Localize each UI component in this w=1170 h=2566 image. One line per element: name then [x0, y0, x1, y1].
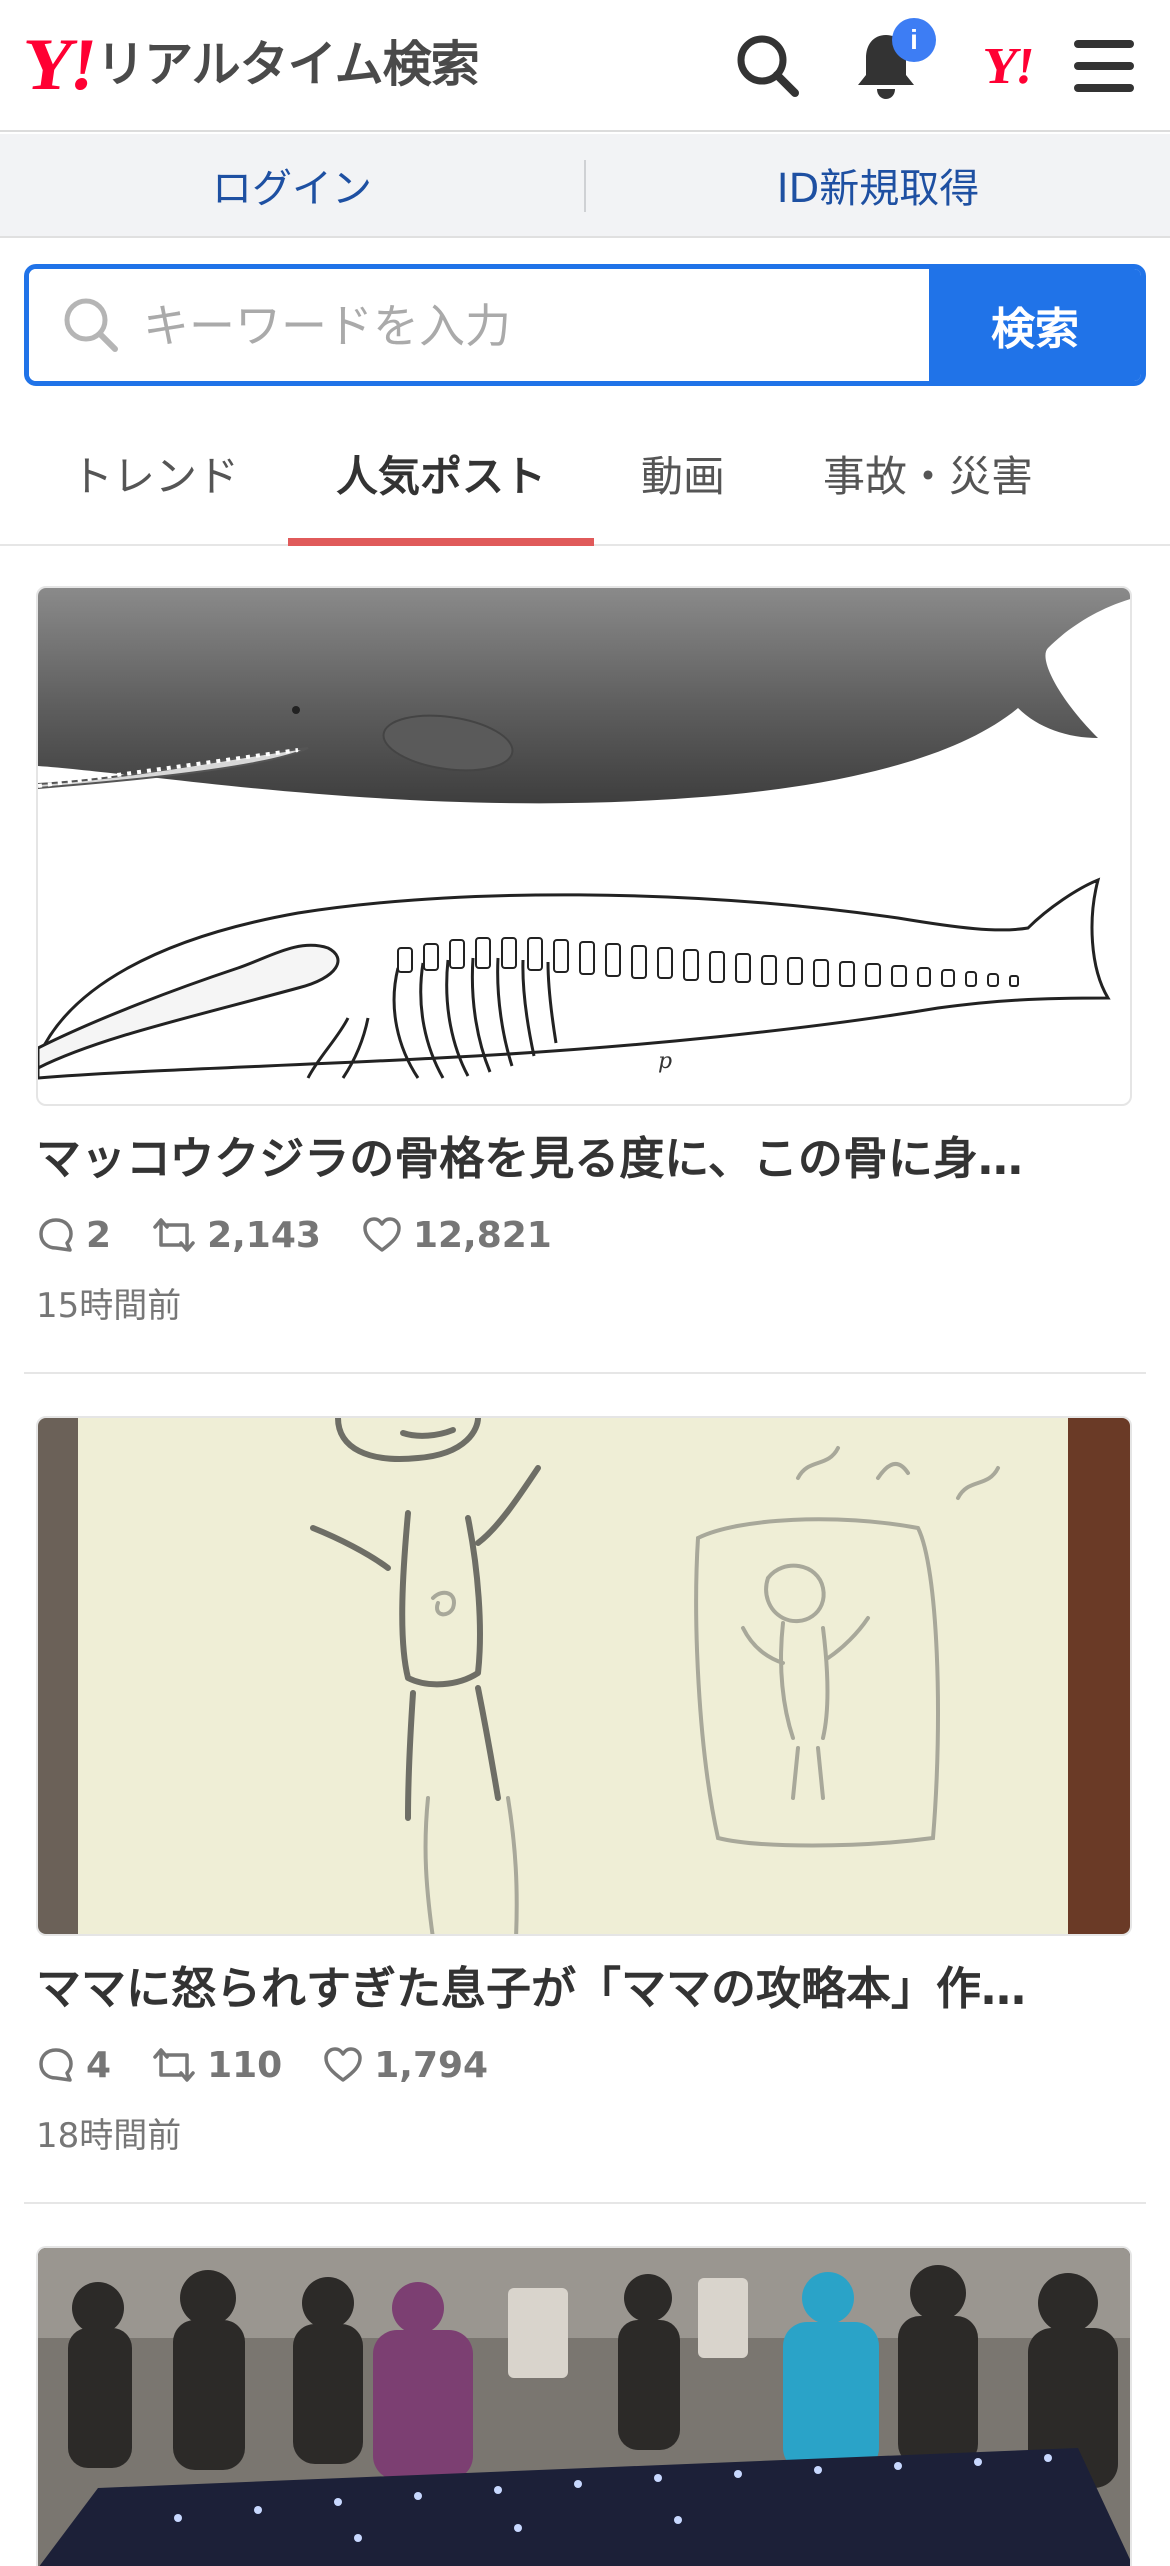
post-image-whale[interactable]: p [36, 586, 1132, 1106]
repost-stat[interactable]: 110 [151, 2045, 282, 2086]
auth-bar: ログイン ID新規取得 [0, 134, 1170, 238]
post-title[interactable]: ママに怒られすぎた息子が「ママの攻略本」作… [36, 1954, 1132, 2024]
svg-text:p: p [658, 1049, 672, 1074]
search-bar: 検索 [24, 264, 1146, 386]
search-icon[interactable] [728, 26, 808, 106]
repost-icon [153, 1218, 195, 1252]
tab-popular-posts[interactable]: 人気ポスト [288, 402, 594, 546]
reply-count: 2 [86, 1214, 112, 1256]
repost-stat[interactable]: 2,143 [151, 1215, 321, 1256]
tab-trend[interactable]: トレンド [40, 402, 270, 544]
post-title[interactable]: マッコウクジラの骨格を見る度に、この骨に身… [36, 1124, 1132, 1194]
notification-badge: i [892, 18, 936, 62]
post-timestamp: 15時間前 [36, 1286, 182, 1326]
search-field-icon [64, 298, 118, 352]
reply-count: 4 [86, 2044, 112, 2086]
search-button[interactable]: 検索 [929, 269, 1141, 381]
search-field[interactable] [29, 269, 945, 381]
yahoo-realtime-logo[interactable]: Y! リアルタイム検索 [16, 24, 480, 106]
notification-bell-icon[interactable]: i [846, 18, 936, 106]
heart-icon [324, 2047, 362, 2082]
repost-count: 2,143 [207, 1214, 321, 1256]
tab-accident-disaster[interactable]: 事故・災害 [800, 402, 1056, 544]
post-image-drawing[interactable] [36, 1416, 1132, 1936]
yahoo-mini-logo-text: Y! [977, 37, 1035, 95]
post-image-crowd[interactable] [36, 2246, 1132, 2566]
post-timestamp: 18時間前 [36, 2116, 182, 2156]
post-card: p マッコウクジラの骨格を見る度に、この骨に身… 2 2,143 12,821 … [24, 586, 1146, 1376]
reply-icon [39, 1218, 73, 1252]
app-header: Y! リアルタイム検索 i Y! [0, 0, 1170, 132]
post-stats: 4 110 1,794 [36, 2040, 528, 2090]
yahoo-mini-logo[interactable]: Y! [966, 26, 1046, 106]
repost-icon [153, 2048, 195, 2082]
heart-icon [363, 1217, 401, 1252]
like-stat[interactable]: 12,821 [361, 1215, 552, 1256]
hamburger-menu-icon[interactable] [1064, 26, 1144, 106]
tab-video[interactable]: 動画 [610, 402, 756, 544]
signup-link[interactable]: ID新規取得 [586, 134, 1170, 236]
login-link[interactable]: ログイン [0, 134, 584, 236]
reply-stat[interactable]: 4 [36, 2045, 111, 2086]
repost-count: 110 [207, 2044, 283, 2086]
like-count: 12,821 [412, 1214, 552, 1256]
like-count: 1,794 [374, 2044, 489, 2086]
like-stat[interactable]: 1,794 [322, 2045, 488, 2086]
search-input[interactable] [141, 269, 945, 381]
category-tabs: トレンド 人気ポスト 動画 事故・災害 [0, 402, 1170, 546]
post-stats: 2 2,143 12,821 [36, 1210, 592, 1260]
yahoo-logo-mark: Y! [16, 24, 98, 106]
post-card: ママに怒られすぎた息子が「ママの攻略本」作… 4 110 1,794 18時間前 [24, 1416, 1146, 2206]
logo-title: リアルタイム検索 [96, 36, 480, 93]
reply-stat[interactable]: 2 [36, 1215, 111, 1256]
post-card [24, 2246, 1146, 2566]
post-divider [24, 1372, 1146, 1374]
reply-icon [39, 2048, 73, 2082]
post-divider [24, 2202, 1146, 2204]
